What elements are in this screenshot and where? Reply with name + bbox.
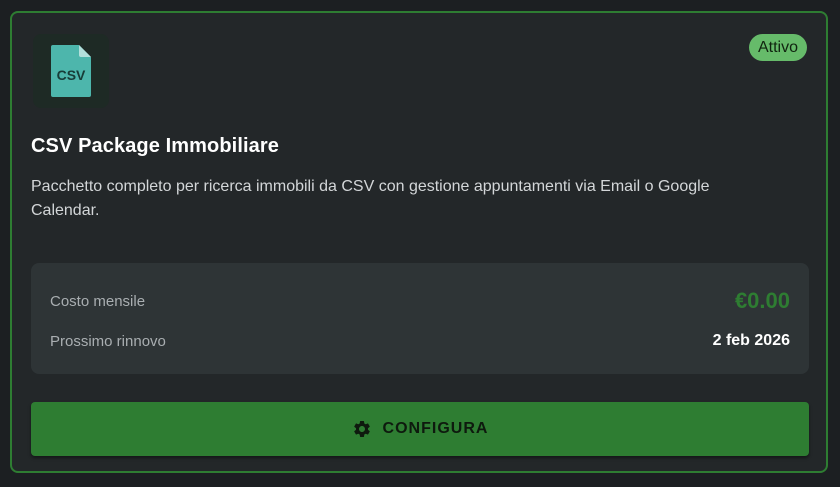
package-description: Pacchetto completo per ricerca immobili … — [31, 178, 710, 219]
configure-button[interactable]: CONFIGURA — [31, 402, 809, 456]
package-icon-tile: CSV — [33, 34, 109, 108]
csv-icon-text: CSV — [57, 67, 86, 83]
package-title: CSV Package Immobiliare — [31, 135, 279, 157]
monthly-cost-value: €0.00 — [734, 288, 790, 313]
renewal-label: Prossimo rinnovo — [50, 332, 166, 350]
monthly-cost-label: Costo mensile — [50, 292, 146, 310]
status-badge: Attivo — [748, 34, 807, 61]
configure-button-label: CONFIGURA — [382, 420, 489, 437]
monthly-cost-row: Costo mensile €0.00 — [50, 287, 790, 315]
renewal-date: 2 feb 2026 — [712, 332, 790, 349]
gear-icon — [353, 421, 370, 437]
csv-file-icon: CSV — [51, 45, 91, 97]
billing-details: Costo mensile €0.00 Prossimo rinnovo 2 f… — [31, 263, 809, 374]
renewal-row: Prossimo rinnovo 2 feb 2026 — [50, 329, 790, 353]
subscription-card: CSV Attivo CSV Package Immobiliare Pacch… — [10, 11, 828, 473]
